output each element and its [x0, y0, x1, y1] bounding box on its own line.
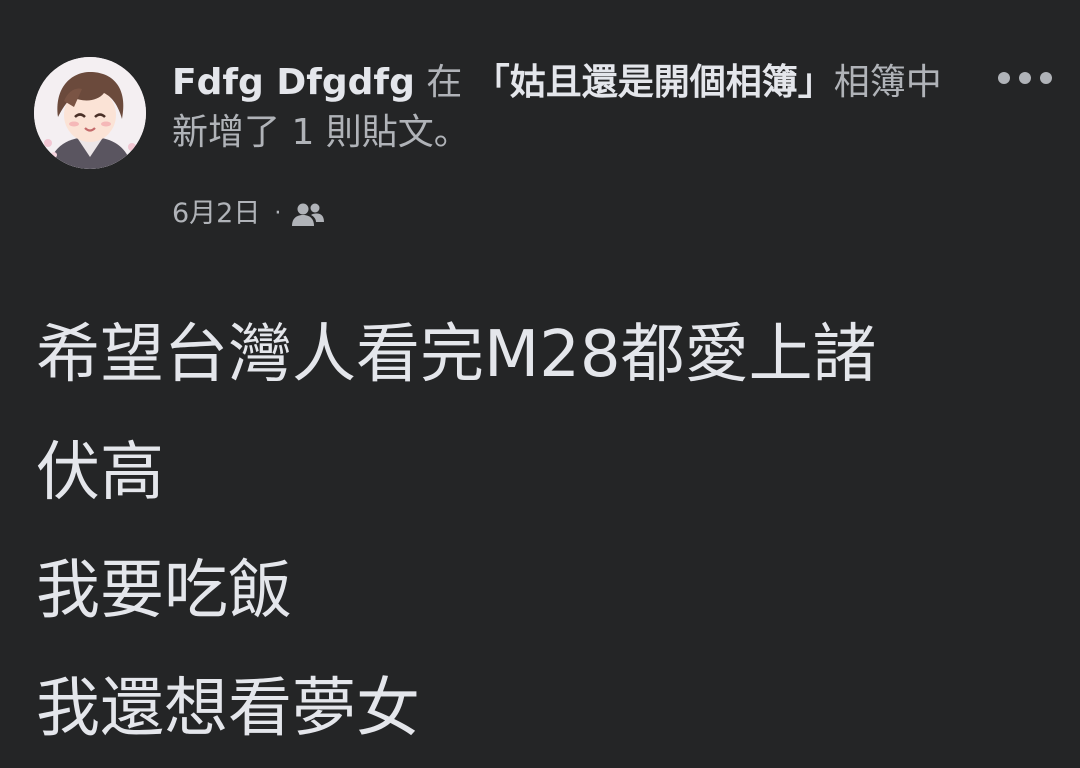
- author-name[interactable]: Fdfg Dfgdfg: [172, 62, 415, 103]
- post-body-line: 伏高: [36, 436, 164, 510]
- post-body-line: 我要吃飯: [36, 554, 292, 628]
- avatar-image: [34, 57, 146, 169]
- post-body-line: 希望台灣人看完M28都愛上諸: [36, 318, 877, 392]
- post-body-line: 我還想看夢女: [36, 672, 420, 746]
- post-meta: 6月2日 ·: [172, 196, 325, 232]
- meta-separator: ·: [274, 201, 282, 226]
- post-card: Fdfg Dfgdfg 在 「姑且還是開個相簿」相簿中新增了 1 則貼文。 6月…: [0, 0, 1080, 761]
- post-date[interactable]: 6月2日: [172, 196, 260, 232]
- post-body: 希望台灣人看完M28都愛上諸 伏高 我要吃飯 我還想看夢女: [36, 296, 1046, 768]
- friends-icon[interactable]: [291, 201, 325, 227]
- more-horizontal-icon: [998, 72, 1052, 84]
- avatar[interactable]: [34, 57, 146, 169]
- more-options-button[interactable]: [990, 58, 1060, 98]
- post-header: Fdfg Dfgdfg 在 「姑且還是開個相簿」相簿中新增了 1 則貼文。: [172, 58, 962, 158]
- action-prefix: 在: [414, 62, 474, 103]
- album-link[interactable]: 「姑且還是開個相簿」: [474, 62, 834, 103]
